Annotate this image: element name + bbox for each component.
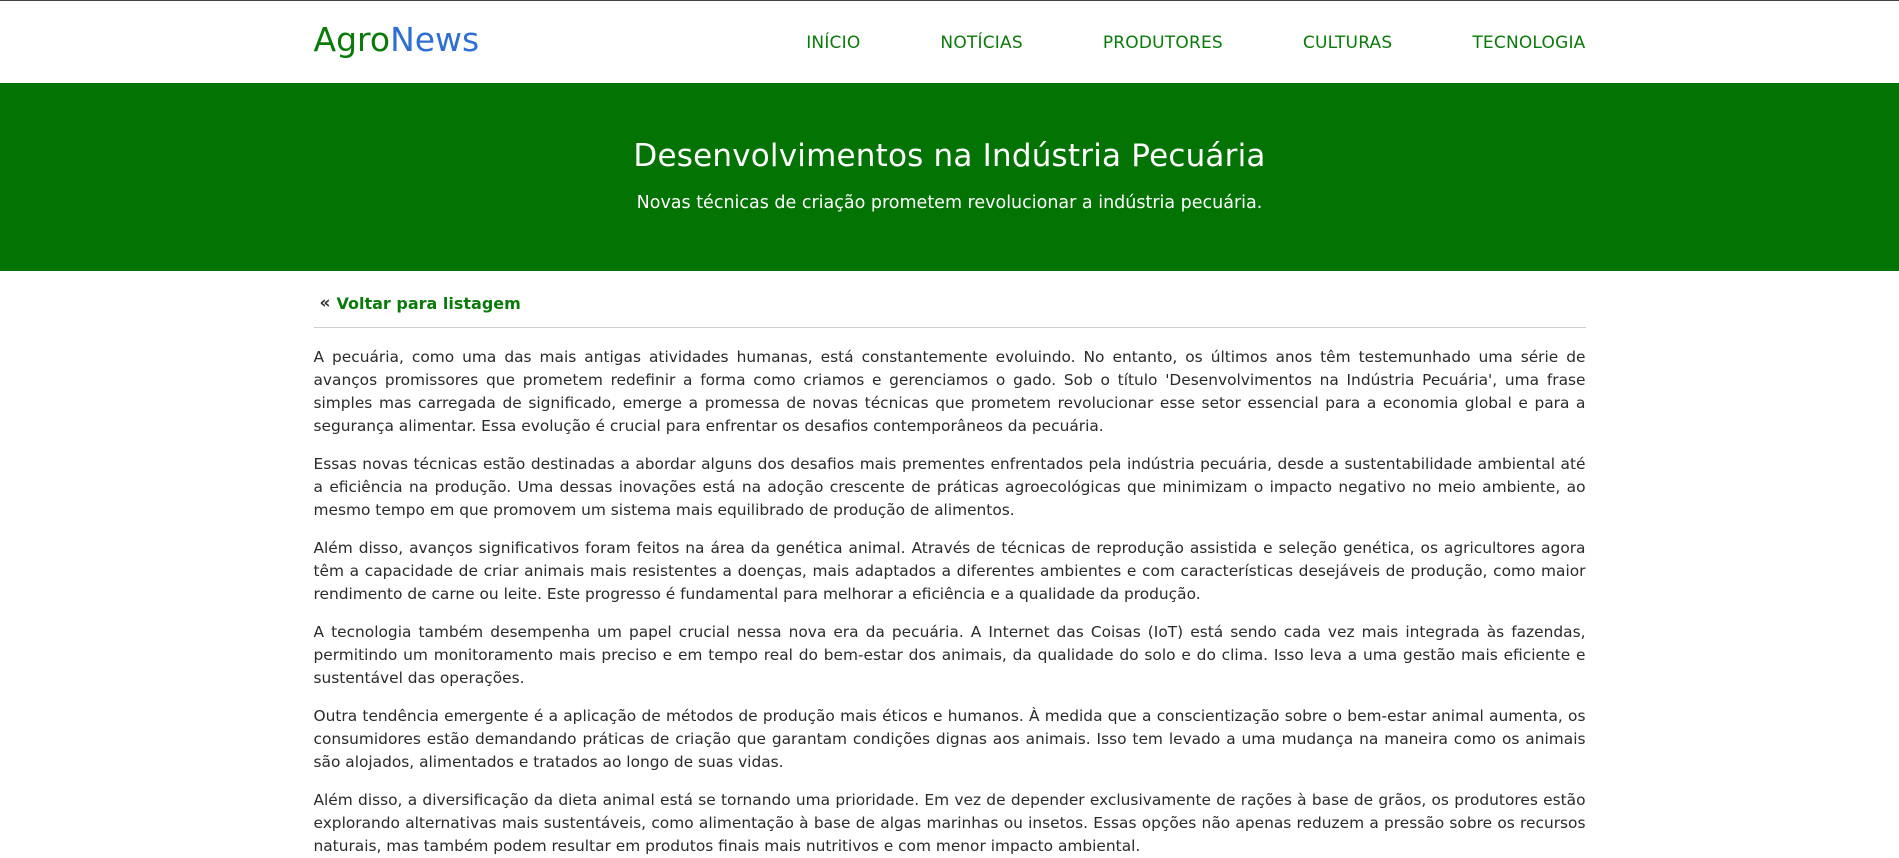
- logo-agro-text: Agro: [313, 19, 391, 59]
- double-chevron-left-icon: «: [319, 293, 331, 313]
- nav-link-produtores[interactable]: PRODUTORES: [1103, 33, 1223, 53]
- article-paragraph: Outra tendência emergente é a aplicação …: [313, 707, 1586, 771]
- article-paragraph: Além disso, avanços significativos foram…: [313, 539, 1586, 603]
- article-subtitle: Novas técnicas de criação prometem revol…: [636, 193, 1263, 213]
- article-main: « Voltar para listagem A pecuária, como …: [313, 271, 1586, 858]
- main-navigation: INÍCIO NOTÍCIAS PRODUTORES CULTURAS TECN…: [806, 33, 1585, 53]
- article-body: A pecuária, como uma das mais antigas at…: [314, 328, 1586, 858]
- nav-link-tecnologia[interactable]: TECNOLOGIA: [1472, 33, 1585, 53]
- article-hero-banner: Desenvolvimentos na Indústria Pecuária N…: [0, 83, 1899, 271]
- site-logo[interactable]: AgroNews: [314, 20, 480, 59]
- back-link-row: « Voltar para listagem: [313, 271, 1586, 328]
- article-title: Desenvolvimentos na Indústria Pecuária: [633, 138, 1266, 174]
- header-container: AgroNews INÍCIO NOTÍCIAS PRODUTORES CULT…: [314, 1, 1586, 83]
- logo-news-text: News: [390, 19, 480, 59]
- article-paragraph: A tecnologia também desempenha um papel …: [313, 623, 1586, 687]
- article-paragraph: A pecuária, como uma das mais antigas at…: [313, 348, 1586, 435]
- article-paragraph: Essas novas técnicas estão destinadas a …: [313, 455, 1586, 519]
- nav-link-inicio[interactable]: INÍCIO: [806, 33, 860, 53]
- article-paragraph: Além disso, a diversificação da dieta an…: [313, 791, 1586, 855]
- nav-link-culturas[interactable]: CULTURAS: [1303, 33, 1392, 53]
- back-to-list-link[interactable]: Voltar para listagem: [336, 294, 520, 313]
- site-header: AgroNews INÍCIO NOTÍCIAS PRODUTORES CULT…: [0, 1, 1899, 83]
- nav-link-noticias[interactable]: NOTÍCIAS: [940, 33, 1022, 53]
